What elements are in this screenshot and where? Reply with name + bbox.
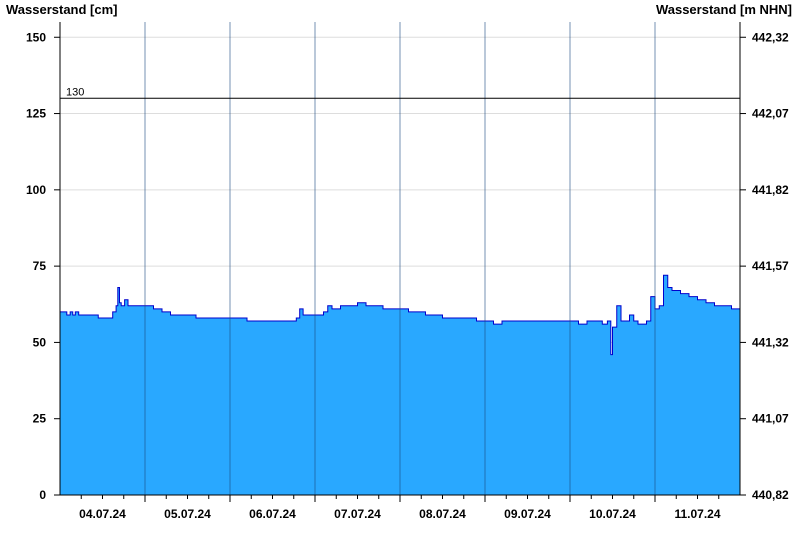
y-left-tick-label-6: 150 (26, 30, 46, 44)
chart-svg: Wasserstand [cm] Wasserstand [m NHN] 130… (6, 2, 792, 521)
x-day-label-4: 08.07.24 (419, 507, 466, 521)
y-right-tick-label-0: 440,82 (752, 488, 789, 502)
y-ticks-right: 440,82 441,07 441,32 441,57 441,82 442,07 442,… (740, 30, 789, 502)
x-day-label-3: 07.07.24 (334, 507, 381, 521)
y-right-tick-label-4: 441,82 (752, 183, 789, 197)
y-left-tick-label-4: 100 (26, 183, 46, 197)
y-right-tick-label-2: 441,32 (752, 335, 789, 349)
y-left-tick-label-3: 75 (33, 259, 47, 273)
x-day-label-1: 05.07.24 (164, 507, 211, 521)
y-left-tick-label-0: 0 (39, 488, 46, 502)
y-axis-left-title: Wasserstand [cm] (6, 2, 118, 17)
x-day-label-7: 11.07.24 (674, 507, 720, 521)
y-ticks-left: 0 25 50 75 100 125 150 (26, 30, 60, 502)
y-left-tick-label-5: 125 (26, 107, 46, 121)
x-day-label-2: 06.07.24 (249, 507, 296, 521)
y-right-tick-label-3: 441,57 (752, 259, 789, 273)
x-day-label-0: 04.07.24 (79, 507, 126, 521)
y-right-tick-label-1: 441,07 (752, 412, 789, 426)
x-day-label-6: 10.07.24 (589, 507, 636, 521)
x-day-label-5: 09.07.24 (504, 507, 551, 521)
y-axis-right-title: Wasserstand [m NHN] (656, 2, 792, 17)
water-level-chart: Wasserstand [cm] Wasserstand [m NHN] 130… (0, 0, 800, 550)
y-left-tick-label-1: 25 (33, 412, 47, 426)
x-ticks: 04.07.24 05.07.24 06.07.24 07.07.24 08.07.24… (79, 495, 721, 521)
reference-line-label: 130 (66, 86, 84, 98)
y-left-tick-label-2: 50 (33, 335, 47, 349)
y-right-tick-label-6: 442,32 (752, 30, 789, 44)
y-right-tick-label-5: 442,07 (752, 107, 789, 121)
